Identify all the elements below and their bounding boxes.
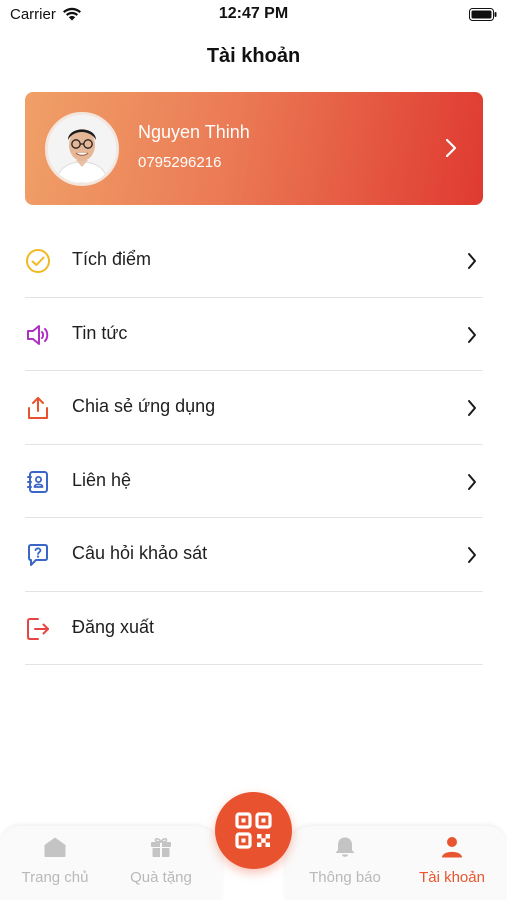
menu-item-news[interactable]: Tin tức [25,298,483,371]
home-icon [5,836,105,863]
share-icon [25,395,51,421]
menu-item-survey[interactable]: Câu hỏi khảo sát [25,518,483,592]
contact-book-icon [25,469,51,495]
account-menu: Tích điểm Tin tức Chia sẻ ứng dụng Liên … [25,224,483,665]
avatar [45,112,119,186]
chevron-right-icon [467,546,477,569]
tab-label: Tài khoản [419,869,485,886]
user-icon [402,836,502,863]
tab-home[interactable]: Trang chủ [5,836,105,886]
question-bubble-icon [25,542,51,568]
tab-label: Trang chủ [21,869,89,886]
menu-item-logout[interactable]: Đăng xuất [25,592,483,665]
menu-label: Câu hỏi khảo sát [72,543,208,563]
chevron-right-icon [445,138,457,163]
profile-phone: 0795296216 [138,154,222,171]
bell-icon [295,836,395,863]
menu-item-share-app[interactable]: Chia sẻ ứng dụng [25,371,483,445]
qr-scan-button[interactable] [215,792,292,869]
menu-label: Liên hệ [72,469,132,490]
page-title: Tài khoản [206,45,301,67]
profile-name: Nguyen Thinh [138,122,250,142]
menu-label: Tin tức [72,322,128,343]
menu-label: Tích điểm [72,249,152,269]
chevron-right-icon [467,473,477,496]
speaker-icon [25,322,51,348]
tab-account[interactable]: Tài khoản [402,836,502,886]
menu-label: Đăng xuất [72,616,155,637]
profile-card[interactable]: Nguyen Thinh 0795296216 [25,92,483,205]
tab-label: Quà tặng [130,869,192,886]
logout-icon [25,616,51,642]
gift-icon [111,836,211,863]
chevron-right-icon [467,252,477,275]
tab-notifications[interactable]: Thông báo [295,836,395,886]
clock: 12:47 PM [218,5,289,22]
menu-label: Chia sẻ ứng dụng [72,396,216,416]
menu-item-points[interactable]: Tích điểm [25,224,483,298]
chevron-right-icon [467,326,477,349]
tab-label: Thông báo [309,869,381,886]
status-bar: Carrier 12:47 PM [0,0,507,30]
tab-gifts[interactable]: Quà tặng [111,836,211,886]
battery-icon [469,8,497,26]
check-circle-icon [25,248,51,274]
menu-item-contact[interactable]: Liên hệ [25,445,483,518]
chevron-right-icon [467,399,477,422]
